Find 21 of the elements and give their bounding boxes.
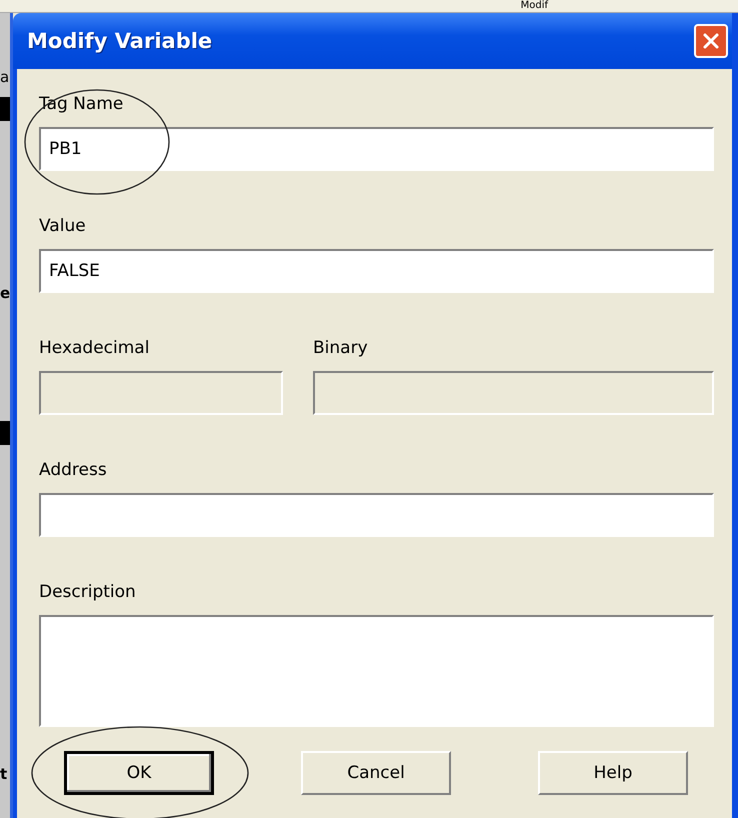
field-label: Value	[39, 215, 87, 237]
input-field[interactable]	[39, 493, 714, 537]
field-label: Address	[39, 459, 108, 481]
background-bar	[0, 421, 10, 445]
close-icon	[702, 32, 720, 50]
dialog-button[interactable]: Help	[538, 751, 688, 795]
background-window-text: Modif	[520, 0, 548, 12]
background-window-text: e	[0, 285, 10, 301]
dialog-button[interactable]: Cancel	[301, 751, 451, 795]
window-title: Modify Variable	[27, 29, 212, 53]
dialog-button[interactable]: OK	[64, 751, 214, 795]
field-label: Hexadecimal	[39, 337, 150, 359]
background-bar	[0, 97, 10, 121]
text-area[interactable]	[39, 615, 714, 727]
close-button[interactable]	[694, 24, 728, 58]
background-window-text: t	[0, 766, 8, 782]
input-field[interactable]: PB1	[39, 127, 714, 171]
field-label: Binary	[313, 337, 369, 359]
background-window-text: a	[0, 69, 10, 85]
input-field[interactable]: FALSE	[39, 249, 714, 293]
field-label: Description	[39, 581, 137, 603]
